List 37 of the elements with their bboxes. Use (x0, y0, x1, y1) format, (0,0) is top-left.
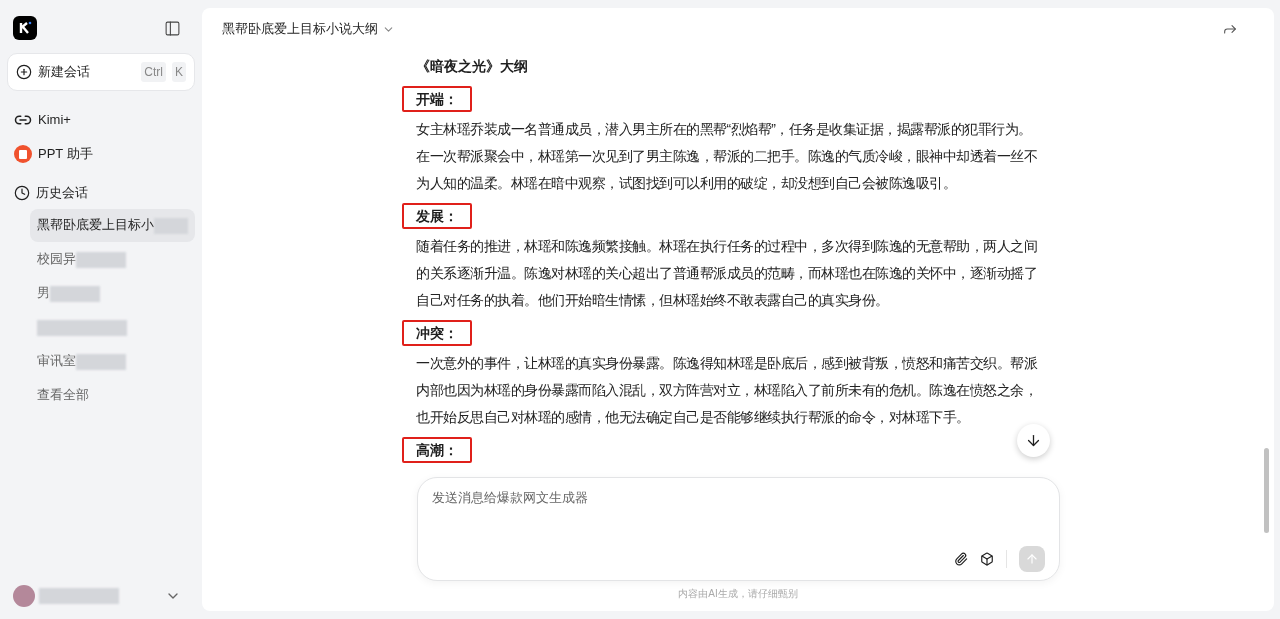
scroll-down-button[interactable] (1017, 424, 1050, 457)
plus-icon (16, 64, 32, 80)
paragraph: 一次意外的事件，让林瑶的真实身份暴露。陈逸得知林瑶是卧底后，感到被背叛，愤怒和痛苦交织。帮派内部也因为林瑶的身份暴露而陷入混乱，双方阵营对立，林瑶陷入了前所未有的危机。陈逸在愤怒之余，也开始反思自己对林瑶的感情，他无法确定自己是否能够继续执行帮派的命令，对林瑶下手。 (416, 354, 1038, 427)
section-heading: 开端： (402, 86, 472, 112)
scrollbar-thumb[interactable] (1264, 448, 1269, 533)
message-input[interactable]: 发送消息给爆款网文生成器 (416, 477, 1060, 581)
history-item[interactable]: 审讯室 (30, 345, 195, 378)
view-all-link[interactable]: 查看全部 (30, 379, 195, 412)
history-item[interactable]: 男 (30, 277, 195, 310)
new-chat-button[interactable]: 新建会话 Ctrl K (7, 53, 195, 91)
section-heading: 历史会话 (36, 184, 88, 203)
history-item[interactable]: 黑帮卧底爱上目标小 (30, 209, 195, 242)
redaction-blur (50, 285, 100, 302)
document-title: 《暗夜之光》大纲 (416, 57, 529, 76)
section-heading: 高潮： (402, 437, 472, 463)
sidebar-nav-item[interactable]: PPT 助手 (7, 142, 195, 166)
app-logo-icon[interactable] (13, 16, 37, 40)
clock-icon (14, 185, 30, 201)
shortcut-key: K (172, 62, 186, 82)
arrow-up-icon (1024, 552, 1039, 566)
cube-icon[interactable] (979, 552, 994, 566)
section-heading: 发展： (402, 203, 472, 229)
redaction-blur (76, 251, 126, 268)
disclaimer: 内容由AI生成，请仔细甄别 (678, 587, 798, 601)
paragraph: 女主林瑶乔装成一名普通成员，潜入男主所在的黑帮“烈焰帮”，任务是收集证据，揭露帮派的犯罪行为。在一次帮派聚会中，林瑶第一次见到了男主陈逸，帮派的二把手。陈逸的气质冷峻，眼神中却透着一丝不为人知的温柔。林瑶在暗中观察，试图找到可以利用的破绽，却没想到自己会被陈逸吸引。 (416, 120, 1038, 193)
avatar[interactable] (13, 585, 35, 607)
shortcut-key: Ctrl (141, 62, 166, 82)
chat-title[interactable]: 黑帮卧底爱上目标小说大纲 (222, 19, 378, 39)
paperclip-icon[interactable] (953, 552, 968, 566)
paragraph: 随着任务的推进，林瑶和陈逸频繁接触。林瑶在执行任务的过程中，多次得到陈逸的无意帮助，两人之间的关系逐渐升温。陈逸对林瑶的关心超出了普通帮派成员的范畴，而林瑶也在陈逸的关怀中，逐渐动摇了自己对任务的执着。他们开始暗生情愫，但林瑶始终不敢表露自己的真实身份。 (416, 237, 1038, 310)
message-textarea[interactable]: 发送消息给爆款网文生成器 (431, 488, 1045, 546)
history-item[interactable]: 校园异 (30, 243, 195, 276)
slides-icon (14, 145, 32, 163)
section-heading: 冲突： (402, 320, 472, 346)
redaction-blur (76, 353, 126, 370)
sidebar-toggle-icon[interactable] (164, 19, 181, 37)
sidebar-nav-item[interactable]: Kimi+ (7, 108, 195, 132)
